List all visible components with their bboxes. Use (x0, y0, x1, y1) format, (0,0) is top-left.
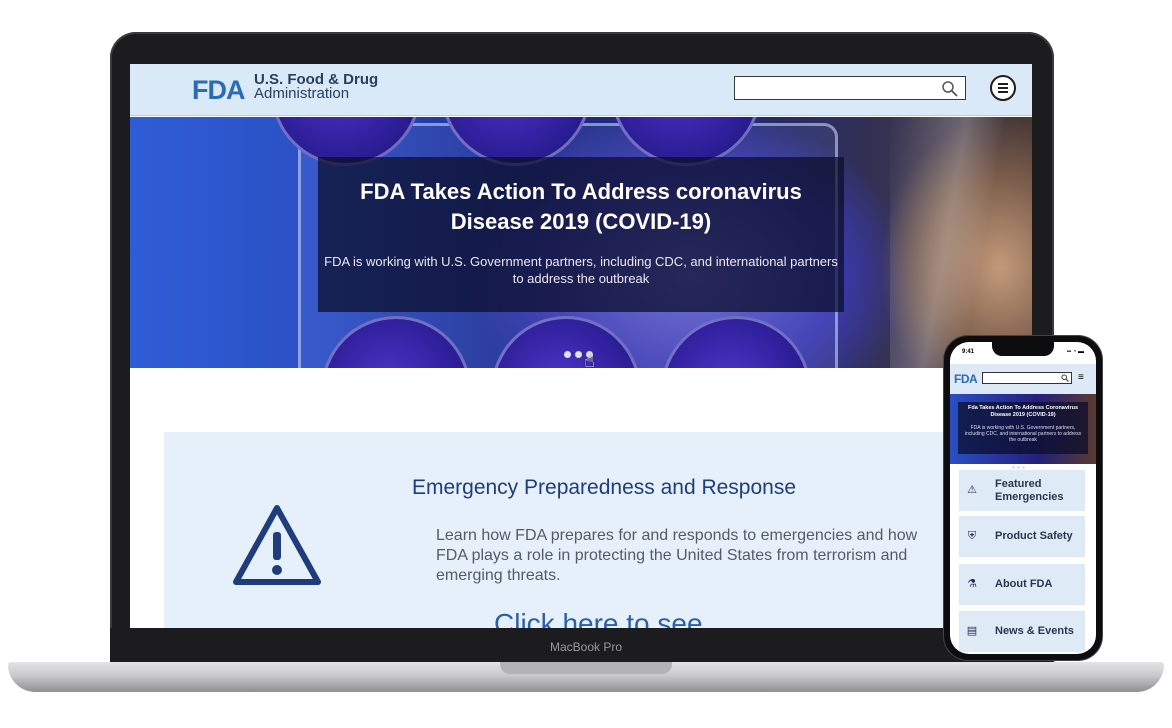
phone-search-icon[interactable] (1061, 374, 1069, 382)
phone-search-input[interactable] (982, 372, 1072, 384)
phone-header: FDA ≡ (950, 364, 1096, 394)
phone-status-icons: ▪▪ ◔ ▬ (1066, 349, 1084, 355)
hero-title: FDA Takes Action To Address coronavirus … (360, 179, 802, 234)
phone-screen: 9:41 ▪▪ ◔ ▬ FDA ≡ Fda Takes Action To Ad… (950, 342, 1096, 654)
phone-notch (992, 342, 1054, 356)
fda-logo[interactable]: FDA (192, 75, 245, 106)
search-icon[interactable] (941, 80, 959, 98)
laptop-screen: FDA U.S. Food & Drug Administration FDA … (130, 64, 1032, 628)
phone-nav-label: Product Safety (995, 530, 1073, 542)
face-shield-image (890, 117, 1032, 368)
phone-nav-news-events[interactable]: ▤ News & Events (959, 611, 1085, 652)
microscope-icon: ⚗ (967, 578, 977, 590)
newspaper-icon: ▤ (966, 625, 978, 637)
hero-caption: FDA Takes Action To Address coronavirus … (318, 157, 844, 312)
search-box (734, 76, 966, 100)
search-input[interactable] (735, 77, 935, 99)
phone-nav-about-fda[interactable]: ⚗ About FDA (959, 564, 1085, 605)
phone-frame: 9:41 ▪▪ ◔ ▬ FDA ≡ Fda Takes Action To Ad… (944, 336, 1102, 660)
pointer-hand-icon: ☝ (584, 351, 595, 368)
phone-nav-product-safety[interactable]: ⛨ Product Safety (959, 516, 1085, 557)
phone-hero-title: Fda Takes Action To Address Coronavirus … (967, 405, 1079, 418)
site-header: FDA U.S. Food & Drug Administration (130, 64, 1032, 116)
emergency-title: Emergency Preparedness and Response (411, 476, 797, 499)
carousel-dot[interactable] (575, 351, 582, 358)
carousel-dot[interactable] (564, 351, 571, 358)
phone-time: 9:41 (962, 349, 975, 355)
phone-nav-label: News & Events (995, 625, 1074, 637)
agency-name: U.S. Food & Drug Administration (254, 72, 378, 102)
phone-nav-featured-emergencies[interactable]: ⚠ Featured Emergencies (959, 470, 1085, 511)
warning-icon (233, 505, 321, 585)
hamburger-menu-icon[interactable] (990, 75, 1016, 101)
phone-nav-label: About FDA (995, 578, 1053, 590)
phone-hero-subtitle: FDA is working with U.S. Government part… (964, 425, 1082, 443)
phone-hero-caption: Fda Takes Action To Address Coronavirus … (958, 402, 1088, 454)
phone-hero[interactable]: Fda Takes Action To Address Coronavirus … (950, 394, 1096, 469)
hero-banner[interactable]: FDA Takes Action To Address coronavirus … (130, 117, 1032, 368)
phone-hamburger-menu-icon[interactable]: ≡ (1078, 372, 1084, 383)
phone-fda-logo[interactable]: FDA (954, 372, 978, 386)
emergency-link[interactable]: Click here to see (494, 608, 703, 628)
emergency-text: Learn how FDA prepares for and responds … (436, 527, 918, 584)
emergency-card: Emergency Preparedness and Response Lear… (164, 432, 1032, 628)
laptop-notch (500, 662, 672, 674)
warning-icon: ⚠ (967, 484, 977, 496)
agency-name-line2: Administration (254, 85, 350, 102)
hero-subtitle: FDA is working with U.S. Government part… (324, 254, 838, 286)
shield-icon: ⛨ (967, 530, 977, 542)
phone-nav-label: Featured Emergencies (995, 477, 1064, 503)
